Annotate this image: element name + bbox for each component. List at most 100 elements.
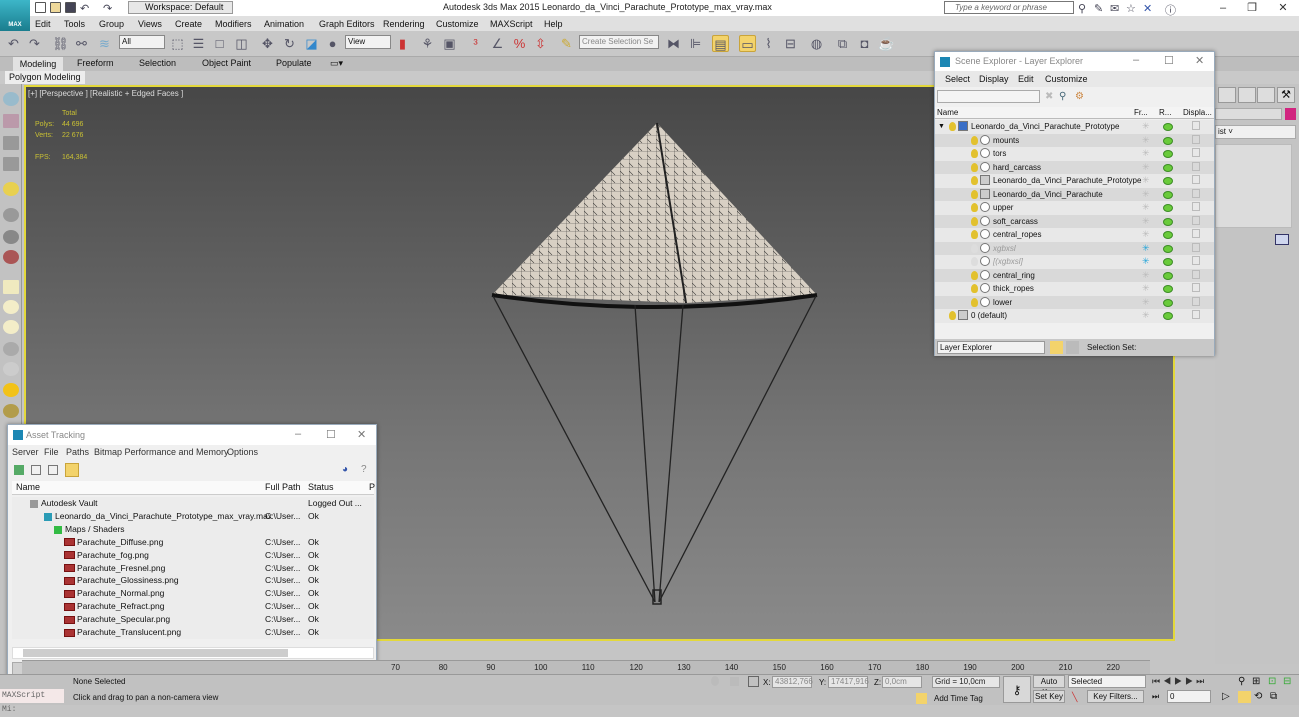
key-filters-button[interactable]: Key Filters...	[1087, 690, 1144, 703]
light-bulb-visibility-icon[interactable]	[971, 297, 978, 307]
sky-icon[interactable]	[3, 404, 19, 418]
asset-row[interactable]: Parachute_Diffuse.png C:\User... Ok	[12, 535, 374, 549]
render-toggle-icon[interactable]	[1163, 123, 1173, 131]
asset-row[interactable]: Maps / Shaders	[12, 522, 374, 536]
scene-explorer-icon[interactable]: ▭	[739, 35, 756, 52]
maximize-button[interactable]: ☐	[1164, 54, 1174, 67]
render-setup-icon[interactable]: ⧉	[834, 35, 851, 52]
playback-controls[interactable]: ⏮◀▶▶⏭	[1152, 676, 1207, 687]
new-file-icon[interactable]	[35, 2, 46, 13]
rectangular-selection-icon[interactable]: □	[211, 35, 228, 52]
layer-row[interactable]: Leonardo_da_Vinci_Parachute_Prototype ✳	[935, 174, 1214, 188]
render-toggle-icon[interactable]	[1163, 231, 1173, 239]
cone-icon[interactable]	[3, 362, 19, 376]
hierarchy-mode-icon[interactable]	[1066, 341, 1079, 354]
asset-row[interactable]: Parachute_Translucent.png C:\User... Ok	[12, 626, 374, 639]
undo-icon[interactable]: ↶	[80, 2, 89, 15]
key-mode-toggle-icon[interactable]: ⏭	[1152, 692, 1159, 702]
render-toggle-icon[interactable]	[1163, 217, 1173, 226]
at-menu-server[interactable]: Server	[12, 447, 39, 457]
freeze-toggle-icon[interactable]: ✳	[1142, 282, 1150, 295]
settings-icon[interactable]: ⚙	[1075, 91, 1084, 102]
workspace-dropdown[interactable]: Workspace: Default	[128, 1, 233, 14]
plane-icon[interactable]	[3, 280, 19, 294]
freeze-toggle-icon[interactable]: ✳	[1142, 215, 1150, 228]
modifier-list-dropdown[interactable]: ist ˅	[1215, 125, 1296, 139]
menu-help[interactable]: Help	[544, 17, 563, 29]
light-bulb-visibility-icon[interactable]	[971, 149, 978, 158]
freeze-toggle-icon[interactable]: ✳	[1142, 269, 1150, 282]
scale-icon[interactable]: ◪	[303, 35, 320, 52]
asset-row[interactable]: Parachute_Normal.png C:\User... Ok	[12, 587, 374, 601]
freeze-toggle-icon[interactable]: ✳	[1142, 174, 1150, 187]
add-time-tag-button[interactable]: Add Time Tag	[934, 694, 983, 703]
key-icon[interactable]: ✎	[1094, 2, 1103, 15]
layer-row[interactable]: tors ✳	[935, 147, 1214, 161]
layer-row[interactable]: mounts ✳	[935, 133, 1214, 147]
current-frame-field[interactable]: 0	[1167, 690, 1211, 703]
render-toggle-icon[interactable]	[1163, 271, 1173, 280]
tab-selection[interactable]: Selection	[139, 58, 176, 68]
schematic-view-icon[interactable]: ⊟	[782, 35, 799, 52]
x-coordinate-field[interactable]: 43812,766	[772, 676, 813, 688]
layout-grid-icon[interactable]	[3, 157, 19, 171]
display-tab-icon[interactable]	[1257, 87, 1275, 103]
display-toggle-icon[interactable]	[1192, 283, 1200, 292]
key-mode-dropdown[interactable]: Selected	[1068, 675, 1146, 688]
restore-button[interactable]: ❐	[1237, 0, 1267, 16]
layer-row[interactable]: ▼ Leonardo_da_Vinci_Parachute_Prototype ✳	[935, 120, 1214, 134]
viewport-label[interactable]: [+] [Perspective ] [Realistic + Edged Fa…	[28, 89, 183, 98]
select-by-name-icon[interactable]: ☰	[190, 35, 207, 52]
y-coordinate-field[interactable]: 17417,916	[828, 676, 869, 688]
absolute-mode-icon[interactable]	[748, 676, 759, 687]
light-bulb-visibility-icon[interactable]	[971, 243, 978, 253]
menu-maxscript[interactable]: MAXScript	[490, 17, 533, 29]
display-toggle-icon[interactable]	[1192, 121, 1200, 130]
at-col-p[interactable]: P	[369, 482, 375, 492]
maximize-button[interactable]: ☐	[326, 428, 336, 441]
app-menu-button[interactable]: MAX	[0, 0, 30, 31]
light-bulb-visibility-icon[interactable]	[949, 311, 956, 320]
render-toggle-icon[interactable]	[1163, 285, 1173, 293]
selection-filter-dropdown[interactable]: All	[119, 35, 165, 49]
select-object-icon[interactable]: ⬚	[169, 35, 186, 52]
expand-icon[interactable]: ▼	[938, 120, 945, 133]
tree-view-icon[interactable]	[48, 465, 58, 475]
display-toggle-icon[interactable]	[1192, 310, 1200, 319]
bind-space-warp-icon[interactable]: ≋	[96, 35, 113, 52]
asset-row[interactable]: Leonardo_da_Vinci_Parachute_Prototype_ma…	[12, 509, 374, 523]
freeze-toggle-icon[interactable]: ✳	[1142, 134, 1150, 147]
se-menu-edit[interactable]: Edit	[1018, 74, 1034, 84]
menu-modifiers[interactable]: Modifiers	[215, 17, 252, 29]
se-col-frozen[interactable]: Fr...	[1134, 108, 1148, 117]
save-icon[interactable]	[65, 2, 76, 13]
binoculars-icon[interactable]: ⚲	[1078, 2, 1086, 15]
hierarchy-tab-icon[interactable]	[1218, 87, 1236, 103]
se-col-name[interactable]: Name	[937, 108, 958, 117]
display-toggle-icon[interactable]	[1192, 188, 1200, 198]
menu-create[interactable]: Create	[175, 17, 202, 29]
light-bulb-visibility-icon[interactable]	[971, 162, 978, 172]
select-manipulate-icon[interactable]: ⚘	[419, 35, 436, 52]
display-toggle-icon[interactable]	[1192, 269, 1200, 279]
at-col-full-path[interactable]: Full Path	[265, 482, 301, 492]
layer-row[interactable]: Leonardo_da_Vinci_Parachute ✳	[935, 187, 1214, 201]
find-icon[interactable]: ⚲	[1059, 91, 1066, 102]
light-bulb-visibility-icon[interactable]	[971, 257, 978, 266]
motion-tab-icon[interactable]	[1238, 87, 1256, 103]
light-bulb-visibility-icon[interactable]	[971, 270, 978, 280]
asset-tracking-title[interactable]: Asset Tracking	[8, 425, 376, 445]
explorer-mode-dropdown[interactable]: Layer Explorer	[937, 341, 1045, 354]
at-menu-file[interactable]: File	[44, 447, 59, 457]
display-toggle-icon[interactable]	[1192, 256, 1200, 265]
material-icon[interactable]	[3, 114, 19, 128]
layout-icon[interactable]	[3, 136, 19, 150]
menu-edit[interactable]: Edit	[35, 17, 51, 29]
render-toggle-icon[interactable]	[1163, 190, 1173, 199]
render-icon[interactable]	[3, 230, 19, 244]
undo-icon[interactable]: ↶	[5, 35, 22, 52]
maxscript-listener-input[interactable]: MAXScript Mi:	[0, 689, 64, 714]
menu-animation[interactable]: Animation	[264, 17, 304, 29]
default-tangent-icon[interactable]: ╲	[1072, 692, 1077, 703]
se-menu-display[interactable]: Display	[979, 74, 1009, 84]
